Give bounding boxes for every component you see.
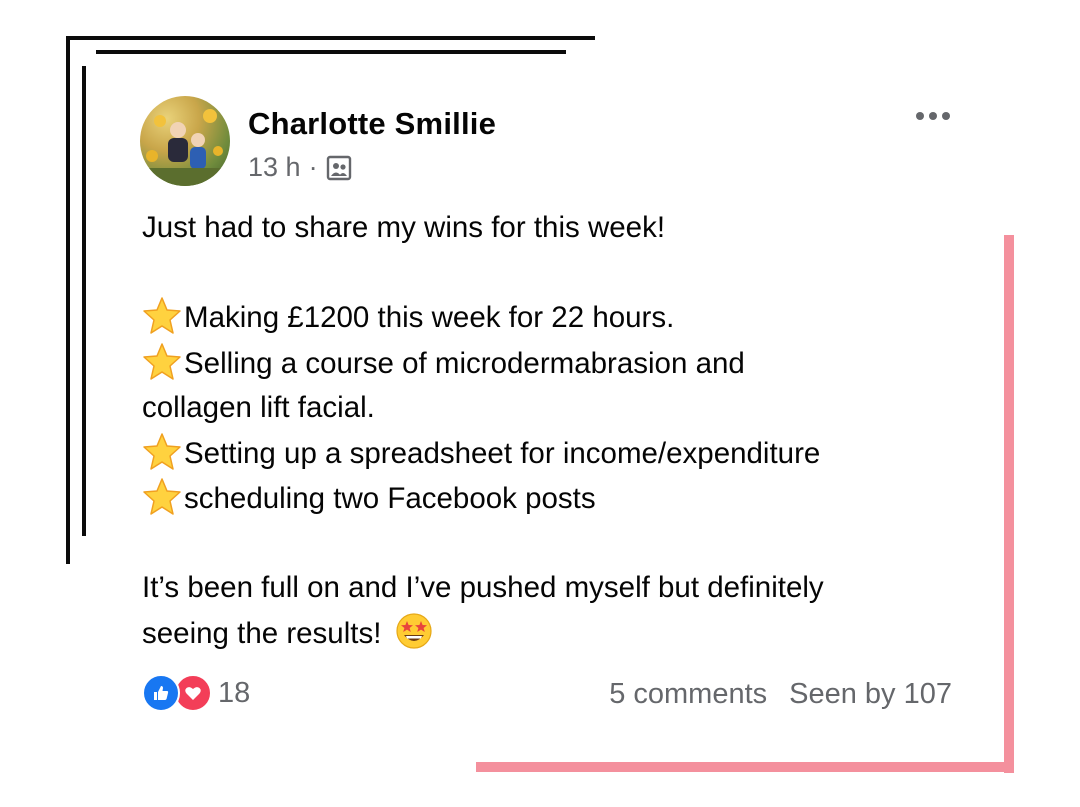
post-header: Charlotte Smillie 13 h · [140, 96, 960, 188]
reactions-summary[interactable]: 18 [142, 674, 250, 712]
post-outro-line2: seeing the results! [142, 611, 982, 657]
post-footer: 18 5 comments Seen by 107 [142, 674, 952, 714]
post-time[interactable]: 13 h [248, 152, 301, 183]
seen-by[interactable]: Seen by 107 [789, 674, 952, 714]
meta-separator: · [308, 152, 318, 182]
group-icon[interactable] [326, 155, 352, 181]
like-icon [142, 674, 180, 712]
star-emoji-icon [143, 478, 181, 515]
win-item: Making £1200 this week for 22 hours. [142, 295, 982, 341]
post-stats: 5 comments Seen by 107 [609, 674, 952, 714]
post-meta: 13 h · [248, 152, 352, 183]
win-item: Selling a course of microdermabrasion an… [142, 341, 982, 387]
star-emoji-icon [143, 342, 181, 380]
frame-line-left-outer [66, 36, 70, 564]
post-outro-line1: It’s been full on and I’ve pushed myself… [142, 571, 824, 604]
post-text: Just had to share my wins for this week!… [142, 206, 982, 656]
more-options-icon[interactable] [916, 108, 956, 124]
win-item: Setting up a spreadsheet for income/expe… [142, 431, 982, 477]
star-emoji-icon [143, 432, 181, 470]
frame-line-left-inner [82, 66, 86, 536]
frame-line-top-outer [68, 36, 595, 40]
author-name[interactable]: Charlotte Smillie [248, 106, 496, 142]
comments-link[interactable]: 5 comments [609, 674, 767, 714]
accent-line-bottom [476, 762, 1014, 772]
avatar[interactable] [140, 96, 230, 186]
reaction-count: 18 [218, 676, 251, 709]
win-item: scheduling two Facebook posts [142, 476, 982, 522]
star-struck-emoji-icon [396, 612, 432, 649]
star-emoji-icon [143, 297, 181, 334]
accent-line-right [1004, 235, 1014, 773]
frame-line-top-inner [96, 50, 566, 54]
post-intro: Just had to share my wins for this week! [142, 211, 666, 244]
win-item-continued: collagen lift facial. [142, 391, 375, 424]
